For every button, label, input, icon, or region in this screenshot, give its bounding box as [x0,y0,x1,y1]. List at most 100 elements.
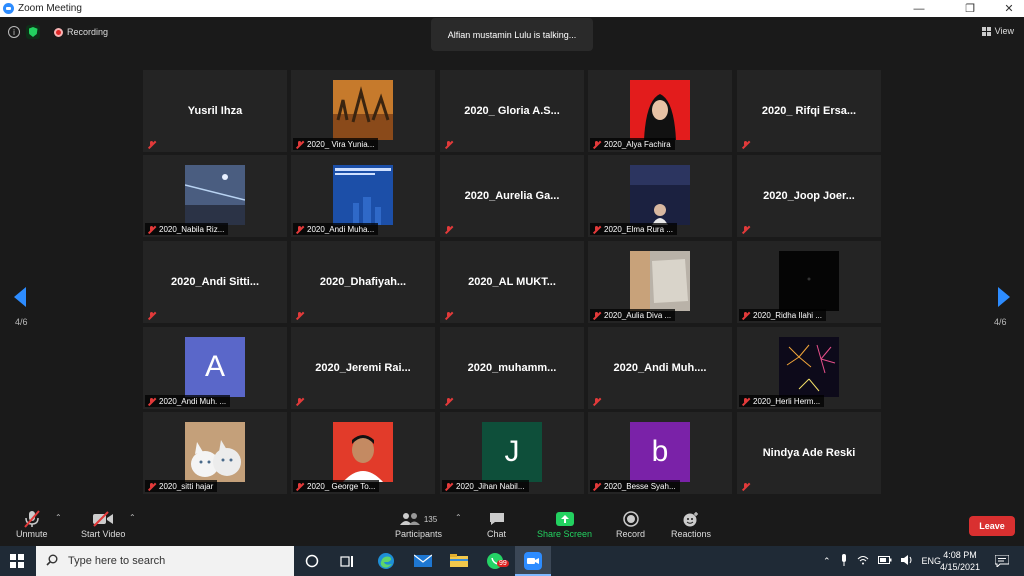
participant-tile[interactable]: 2020_Jeremi Rai... [291,327,435,409]
muted-mic-icon [295,482,304,491]
participants-button[interactable]: 135 Participants [395,509,442,539]
previous-page-arrow-icon[interactable] [14,287,26,307]
taskbar-search-box[interactable]: Type here to search [36,546,294,576]
shield-icon[interactable] [26,25,40,39]
participant-video [333,80,393,140]
show-hidden-icons-chevron-icon[interactable]: ⌃ [823,556,831,567]
participant-tile[interactable]: 2020_AL MUKT... [440,241,584,323]
participant-name-label: 2020_Besse Syah... [590,480,680,492]
wifi-icon[interactable] [857,555,869,567]
info-icon[interactable]: i [8,26,20,38]
video-off-icon [92,509,114,529]
recording-label: Recording [67,27,109,37]
reactions-label: Reactions [671,529,712,539]
muted-mic-icon [147,225,156,234]
participant-tile[interactable]: 2020_Aulia Diva ... [588,241,732,323]
participant-name-center: 2020_ Gloria A.S... [464,105,560,117]
participant-tile[interactable]: 2020_ Gloria A.S... [440,70,584,152]
participant-tile[interactable]: 2020_Elma Rura ... [588,155,732,237]
reactions-button[interactable]: Reactions [671,509,711,539]
unmute-button[interactable]: Unmute [16,509,48,539]
close-button[interactable]: ✕ [994,0,1024,17]
next-page-arrow-icon[interactable] [998,287,1010,307]
participant-tile[interactable]: 2020_Andi Sitti... [143,241,287,323]
participant-tile[interactable]: 2020_Andi Muh.... [588,327,732,409]
zoom-app-icon [524,552,542,570]
leave-button[interactable]: Leave [969,516,1015,536]
task-view-icon[interactable] [337,551,357,571]
participant-tile[interactable]: 2020_Ridha Ilahi ... [737,241,881,323]
participant-name-center: 2020_Dhafiyah... [319,276,407,288]
participant-video [630,251,690,311]
participant-tile[interactable]: b 2020_Besse Syah... [588,412,732,494]
meeting-toolbar: Unmute ⌃ Start Video ⌃ 135 Participants … [0,505,1024,546]
participant-tile[interactable]: 2020_Aurelia Ga... [440,155,584,237]
mail-icon[interactable] [413,551,433,571]
participant-tile[interactable]: 2020_ Vira Yunia... [291,70,435,152]
participant-label-text: 2020_Besse Syah... [604,481,676,491]
chat-button[interactable]: Chat [487,509,506,539]
video-options-caret-icon[interactable]: ⌃ [129,513,136,522]
muted-mic-icon [592,225,601,234]
file-explorer-icon[interactable] [449,551,469,571]
whatsapp-badge: 99 [497,560,509,567]
participant-name-label [293,395,308,407]
taskbar-clock[interactable]: 4:08 PM 4/15/2021 [935,549,985,573]
talking-indicator: Alfian mustamin Lulu is talking... [431,18,593,51]
participant-name-label: 2020_sitti hajar [145,480,218,492]
record-button[interactable]: Record [616,509,645,539]
participant-tile[interactable]: 2020_Andi Muha... [291,155,435,237]
participant-tile[interactable]: A 2020_Andi Muh. ... [143,327,287,409]
participant-name-center: 2020_Andi Sitti... [170,276,260,288]
participant-label-text: 2020_Andi Muh. ... [159,396,227,406]
zoom-taskbar-button[interactable] [515,546,551,576]
participant-label-text: 2020_Herli Herm... [753,396,821,406]
start-video-button[interactable]: Start Video [81,509,125,539]
participant-tile[interactable]: 2020_Nabila Riz... [143,155,287,237]
battery-icon[interactable] [877,556,892,566]
minimize-button[interactable]: — [904,0,934,17]
edge-browser-icon[interactable] [376,551,396,571]
participant-tile[interactable]: 2020_Dhafiyah... [291,241,435,323]
participant-tile[interactable]: Nindya Ade Reski [737,412,881,494]
participant-name-label [739,480,754,492]
participant-name-label: 2020_Nabila Riz... [145,223,229,235]
participant-tile[interactable]: 2020_Joop Joer... [737,155,881,237]
windows-start-icon[interactable] [10,554,24,568]
chat-icon [489,509,505,529]
participant-tile[interactable]: Yusril Ihza [143,70,287,152]
participant-name-label [590,395,605,407]
volume-icon[interactable] [900,555,913,567]
participant-tile[interactable]: 2020_muhamm... [440,327,584,409]
muted-mic-icon [295,225,304,234]
participant-tile[interactable]: J 2020_Jihan Nabil... [440,412,584,494]
participant-tile[interactable]: 2020_sitti hajar [143,412,287,494]
participant-tile[interactable]: 2020_Alya Fachira [588,70,732,152]
notifications-icon[interactable] [992,551,1012,571]
participant-tile[interactable]: 2020_ George To... [291,412,435,494]
share-screen-button[interactable]: Share Screen [537,509,592,539]
microphone-tray-icon[interactable] [840,554,848,568]
muted-mic-icon [147,397,156,406]
recording-indicator[interactable]: Recording [54,27,108,37]
audio-options-caret-icon[interactable]: ⌃ [55,513,62,522]
participant-name-label: 2020_Elma Rura ... [590,223,677,235]
view-button[interactable]: View [981,26,1014,36]
participant-video [333,422,393,482]
whatsapp-icon[interactable]: 99 [485,551,509,571]
participant-video [185,422,245,482]
participant-tile[interactable]: 2020_ Rifqi Ersa... [737,70,881,152]
participant-name-label [442,138,457,150]
participants-options-caret-icon[interactable]: ⌃ [455,513,462,522]
participant-label-text: 2020_Elma Rura ... [604,224,673,234]
cortana-icon[interactable] [302,551,322,571]
muted-mic-icon [741,140,750,149]
search-placeholder: Type here to search [68,555,166,567]
participant-label-text: 2020_Ridha Ilahi ... [753,310,822,320]
record-icon [622,509,639,529]
participant-name-center: 2020_ Rifqi Ersa... [761,105,857,117]
restore-button[interactable]: ❐ [955,0,985,17]
system-tray: ⌃ ENG [823,546,941,576]
muted-mic-icon [444,225,453,234]
participant-tile[interactable]: 2020_Herli Herm... [737,327,881,409]
